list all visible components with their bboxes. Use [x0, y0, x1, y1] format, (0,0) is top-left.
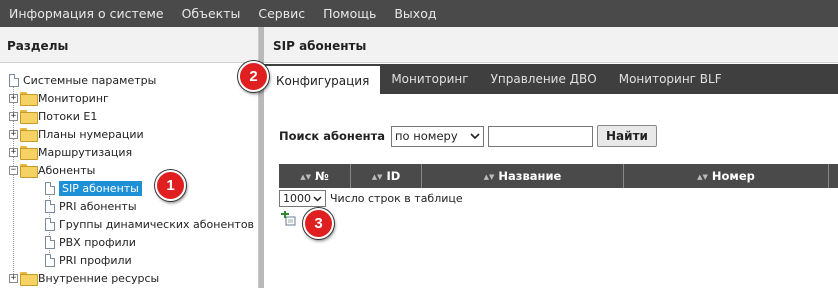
tree-item-pri-subscribers[interactable]: PRI абоненты [45, 197, 137, 215]
document-icon [45, 253, 55, 267]
tree-item-label: PRI абоненты [59, 199, 137, 213]
menu-system-info[interactable]: Информация о системе [0, 0, 173, 27]
tree-item-internal-resources[interactable]: + Внутренние ресурсы [9, 269, 159, 287]
tree-item-e1-streams[interactable]: + Потоки E1 [9, 107, 97, 125]
tree-item-label: Потоки E1 [38, 109, 98, 123]
add-subscriber-icon[interactable] [281, 210, 297, 227]
tab-configuration[interactable]: Конфигурация [264, 64, 381, 94]
folder-icon [20, 272, 38, 286]
chevron-down-icon [470, 129, 480, 143]
rows-per-page: 1000 Число строк в таблице [279, 190, 463, 207]
document-icon [45, 235, 55, 249]
menu-objects[interactable]: Объекты [173, 0, 250, 27]
document-icon [45, 217, 55, 231]
annotation-badge-3: 3 [303, 208, 334, 239]
folder-icon [20, 128, 38, 142]
folder-open-icon [20, 164, 38, 178]
tree-item-label: Абоненты [38, 163, 96, 177]
collapse-icon[interactable]: − [9, 165, 18, 175]
tree-item-label: Мониторинг [38, 91, 109, 105]
search-mode-value: по номеру [395, 129, 458, 143]
tree-item-label: PRI профили [59, 253, 132, 267]
expand-icon[interactable]: + [9, 273, 18, 283]
document-icon [45, 199, 55, 213]
column-id[interactable]: ▲▼ ID [351, 164, 422, 188]
tree-item-subscribers[interactable]: − Абоненты [9, 161, 95, 179]
tree-item-pri-profiles[interactable]: PRI профили [45, 251, 132, 269]
sort-icon: ▲▼ [697, 172, 708, 181]
page-title: SIP абоненты [264, 27, 838, 63]
menu-help[interactable]: Помощь [314, 0, 385, 27]
search-input[interactable] [488, 125, 594, 147]
tab-monitoring[interactable]: Мониторинг [380, 64, 479, 94]
tree-item-dynamic-groups[interactable]: Группы динамических абонентов [45, 215, 254, 233]
sort-icon: ▲▼ [483, 172, 495, 181]
column-phone[interactable]: ▲▼ Номер [624, 164, 829, 188]
tree-item-label: PBX профили [59, 235, 136, 249]
search-label: Поиск абонента [279, 129, 386, 143]
tree-item-pbx-profiles[interactable]: PBX профили [45, 233, 136, 251]
tree-item-label: Системные параметры [23, 73, 157, 87]
expand-icon[interactable]: + [9, 147, 18, 157]
tree-item-label: Маршрутизация [38, 145, 133, 159]
menu-exit[interactable]: Выход [385, 0, 445, 27]
top-menubar: Информация о системе Объекты Сервис Помо… [0, 0, 838, 27]
expand-icon[interactable]: + [9, 93, 18, 103]
document-icon [45, 181, 55, 195]
tree-item-monitoring[interactable]: + Мониторинг [9, 89, 109, 107]
folder-icon [20, 92, 38, 106]
rows-per-page-select[interactable]: 1000 [279, 190, 326, 207]
tree-item-label: Планы нумерации [38, 127, 144, 141]
rows-per-page-value: 1000 [283, 192, 311, 205]
subscriber-search: Поиск абонента по номеру Найти [279, 125, 657, 147]
tree-item-label: Группы динамических абонентов [59, 217, 255, 231]
sort-icon: ▲▼ [300, 172, 311, 181]
folder-icon [20, 146, 38, 160]
annotation-badge-2: 2 [238, 61, 269, 92]
annotation-badge-1: 1 [155, 170, 186, 201]
folder-icon [20, 110, 38, 124]
expand-icon[interactable]: + [9, 111, 18, 121]
tab-dvo-management[interactable]: Управление ДВО [480, 64, 608, 94]
tree-item-routing[interactable]: + Маршрутизация [9, 143, 132, 161]
tab-blf-monitoring[interactable]: Мониторинг BLF [608, 64, 733, 94]
expand-icon[interactable]: + [9, 129, 18, 139]
document-icon [9, 73, 19, 87]
find-button[interactable]: Найти [597, 125, 657, 147]
tree-item-label: Внутренние ресурсы [38, 271, 160, 285]
sections-header: Разделы [0, 27, 258, 63]
content-panel: SIP абоненты Конфигурация Мониторинг Упр… [264, 27, 838, 288]
sort-icon: ▲▼ [371, 172, 383, 181]
search-mode-select[interactable]: по номеру [391, 125, 485, 147]
chevron-down-icon [313, 192, 322, 205]
menu-service[interactable]: Сервис [249, 0, 314, 27]
tree-item-label: SIP абоненты [59, 180, 142, 196]
column-extra [829, 164, 838, 188]
tree-item-sip-subscribers[interactable]: SIP абоненты [45, 179, 142, 197]
table-header: ▲▼ № ▲▼ ID ▲▼ Название ▲▼ Номер [279, 164, 838, 188]
column-name[interactable]: ▲▼ Название [422, 164, 624, 188]
tab-bar: Конфигурация Мониторинг Управление ДВО М… [264, 64, 838, 94]
rows-per-page-label: Число строк в таблице [330, 192, 463, 205]
column-number[interactable]: ▲▼ № [279, 164, 351, 188]
tree-item-numbering-plans[interactable]: + Планы нумерации [9, 125, 144, 143]
tree-item-system-params[interactable]: Системные параметры [9, 71, 156, 89]
